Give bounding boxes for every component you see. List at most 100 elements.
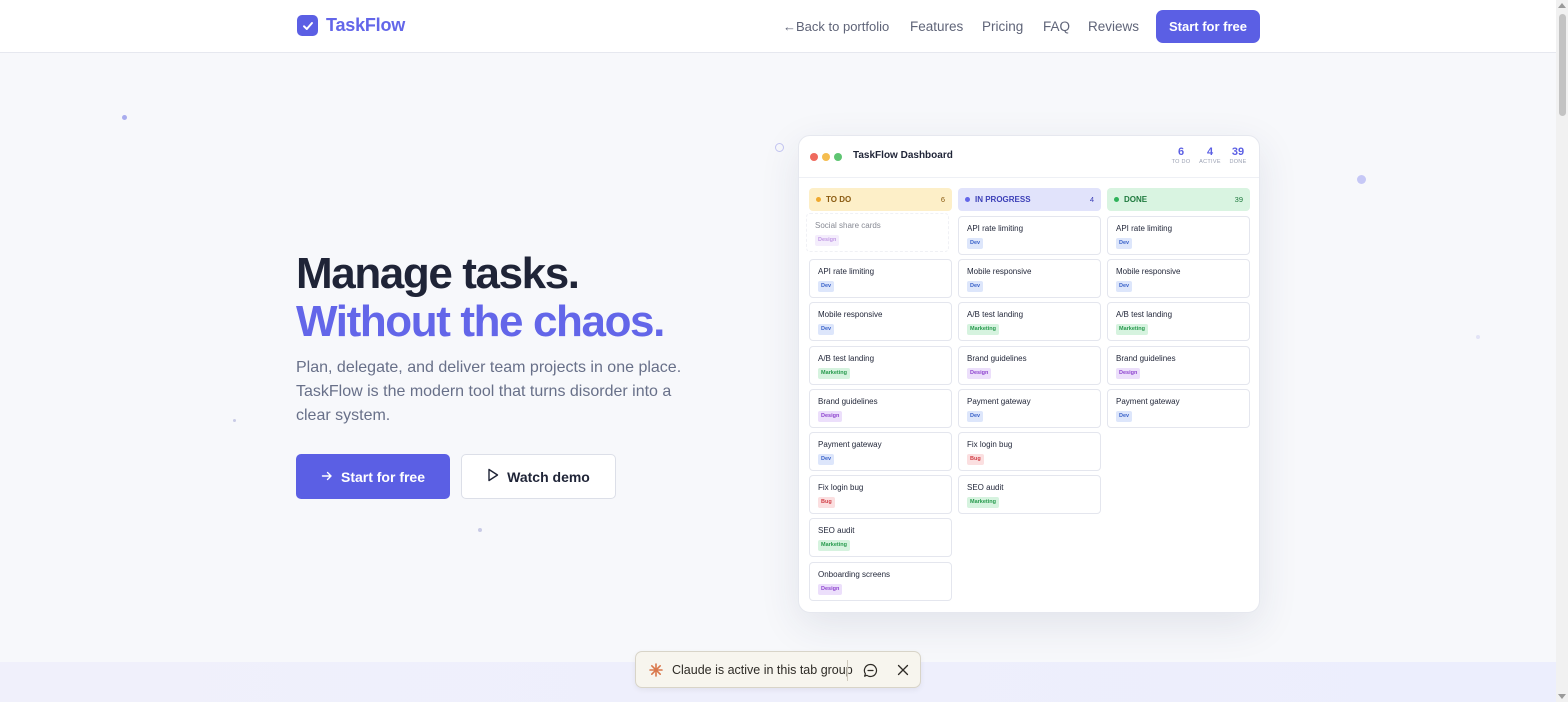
task-title: Brand guidelines	[967, 353, 1027, 363]
task-tag: Dev	[1116, 410, 1133, 422]
page-scrollbar[interactable]	[1556, 0, 1568, 702]
task-card[interactable]: A/B test landing Marketing	[958, 302, 1101, 342]
stat-active-label: ACTIVE	[1199, 159, 1221, 165]
task-card[interactable]: Fix login bug Bug	[958, 432, 1101, 471]
task-title: Fix login bug	[967, 440, 1013, 449]
column-count: 39	[1234, 195, 1243, 204]
task-card[interactable]: API rate limiting Dev	[958, 216, 1101, 255]
task-card[interactable]: Brand guidelines Design	[1107, 345, 1250, 385]
stat-todo: 6 TO DO	[1171, 146, 1191, 166]
column-title: DONE	[1124, 195, 1148, 204]
stat-active: 4 ACTIVE	[1199, 146, 1221, 166]
column-count: 4	[1089, 195, 1094, 204]
nav-features[interactable]: Features	[910, 0, 963, 53]
decorative-dot	[775, 143, 784, 152]
scrollbar-thumb[interactable]	[1559, 14, 1566, 116]
task-tag: Dev	[967, 410, 984, 422]
window-minimize-dot	[822, 153, 830, 161]
task-tag: Dev	[818, 454, 835, 465]
task-title: Fix login bug	[818, 483, 864, 493]
brand-logo[interactable]: TaskFlow	[297, 15, 405, 36]
task-title: API rate limiting	[818, 267, 875, 277]
task-tag: Dev	[1116, 238, 1133, 249]
task-tag: Dev	[967, 281, 984, 293]
task-title: SEO audit	[818, 526, 855, 536]
kanban-column: TO DO 6 Social share cards Design API rate l…	[806, 188, 952, 601]
task-tag: Design	[1116, 367, 1141, 379]
brand-name: TaskFlow	[326, 15, 406, 35]
watch-demo-label: Watch demo	[507, 468, 590, 485]
task-card[interactable]: API rate limiting Dev	[1107, 216, 1250, 255]
back-to-portfolio-link[interactable]: ←Back to portfolio	[783, 0, 889, 53]
nav-faq[interactable]: FAQ	[1043, 0, 1070, 53]
task-tag: Marketing	[1116, 324, 1148, 336]
task-title: Mobile responsive	[1116, 267, 1181, 277]
dashboard-header: TaskFlow Dashboard 6 TO DO 4 ACTIVE 39 D…	[799, 136, 1259, 178]
scroll-down-arrow-icon[interactable]	[1558, 694, 1566, 699]
task-tag: Design	[818, 410, 843, 422]
window-close-dot	[810, 153, 818, 161]
claude-tab-group-bar: Claude is active in this tab group	[635, 651, 921, 688]
task-card[interactable]: SEO audit Marketing	[958, 475, 1101, 515]
stat-done-label: DONE	[1229, 159, 1247, 165]
decorative-dot	[1357, 175, 1366, 184]
task-card[interactable]: Mobile responsive Dev	[1107, 259, 1250, 299]
stat-active-value: 4	[1206, 146, 1214, 158]
hero-title: Manage tasks. Without the chaos.	[296, 249, 665, 346]
task-card[interactable]: A/B test landing Marketing	[1107, 302, 1250, 342]
stat-done: 39 DONE	[1228, 146, 1248, 166]
task-card[interactable]: Mobile responsive Dev	[958, 259, 1101, 299]
task-card[interactable]: Mobile responsive Dev	[809, 302, 952, 342]
window-maximize-dot	[834, 153, 842, 161]
task-tag: Marketing	[818, 540, 850, 552]
close-icon[interactable]	[896, 663, 910, 677]
task-card[interactable]: API rate limiting Dev	[809, 259, 952, 299]
task-card[interactable]: SEO audit Marketing	[809, 518, 952, 558]
task-card[interactable]: Onboarding screens Design	[809, 561, 952, 601]
column-header: IN PROGRESS 4	[958, 188, 1101, 211]
task-tag: Dev	[1116, 281, 1133, 293]
scroll-up-arrow-icon[interactable]	[1558, 3, 1566, 8]
stat-todo-value: 6	[1177, 146, 1185, 158]
claude-status-text: Claude is active in this tab group	[672, 663, 853, 677]
watch-demo-button[interactable]: Watch demo	[461, 454, 616, 499]
status-dot-icon	[965, 197, 970, 202]
task-card[interactable]: Payment gateway Dev	[1107, 388, 1250, 428]
hero-title-line2: Without the chaos.	[296, 297, 665, 346]
decorative-dot	[233, 419, 236, 422]
chat-icon[interactable]	[863, 663, 878, 678]
nav-pricing[interactable]: Pricing	[982, 0, 1023, 53]
column-count: 6	[940, 195, 945, 204]
hero-title-line1: Manage tasks.	[296, 249, 580, 298]
task-card[interactable]: A/B test landing Marketing	[809, 345, 952, 385]
column-title: IN PROGRESS	[975, 195, 1031, 204]
task-tag: Marketing	[967, 324, 999, 336]
status-dot-icon	[1114, 197, 1119, 202]
play-icon	[487, 468, 499, 485]
column-header: DONE 39	[1107, 188, 1250, 211]
task-card[interactable]: Payment gateway Dev	[809, 432, 952, 471]
decorative-dot	[478, 528, 482, 532]
top-navigation: TaskFlow ←Back to portfolio Features Pri…	[0, 0, 1556, 53]
task-title: A/B test landing	[967, 310, 1024, 320]
dragging-task-card[interactable]: Social share cards Design	[806, 213, 949, 252]
task-card[interactable]: Brand guidelines Design	[809, 388, 952, 428]
nav-reviews[interactable]: Reviews	[1088, 0, 1139, 53]
start-for-free-header-button[interactable]: Start for free	[1156, 10, 1260, 43]
task-card[interactable]: Payment gateway Dev	[958, 388, 1101, 428]
task-card[interactable]: Brand guidelines Design	[958, 345, 1101, 385]
start-for-free-button[interactable]: Start for free	[296, 454, 450, 499]
task-title: A/B test landing	[818, 353, 875, 363]
task-title: Social share cards	[815, 221, 881, 230]
claude-logo-icon	[649, 663, 663, 677]
task-title: Mobile responsive	[818, 310, 883, 320]
task-title: API rate limiting	[1116, 224, 1173, 233]
hero-subtitle: Plan, delegate, and deliver team project…	[296, 359, 682, 424]
kanban-column: IN PROGRESS 4 API rate limiting Dev Mobile r…	[958, 188, 1101, 515]
task-title: Payment gateway	[1116, 396, 1180, 406]
task-title: API rate limiting	[967, 224, 1024, 233]
stat-todo-label: TO DO	[1171, 159, 1191, 165]
column-header: TO DO 6	[809, 188, 952, 211]
kanban-column: DONE 39 API rate limiting Dev Mobile respons…	[1107, 188, 1250, 428]
task-card[interactable]: Fix login bug Bug	[809, 475, 952, 515]
